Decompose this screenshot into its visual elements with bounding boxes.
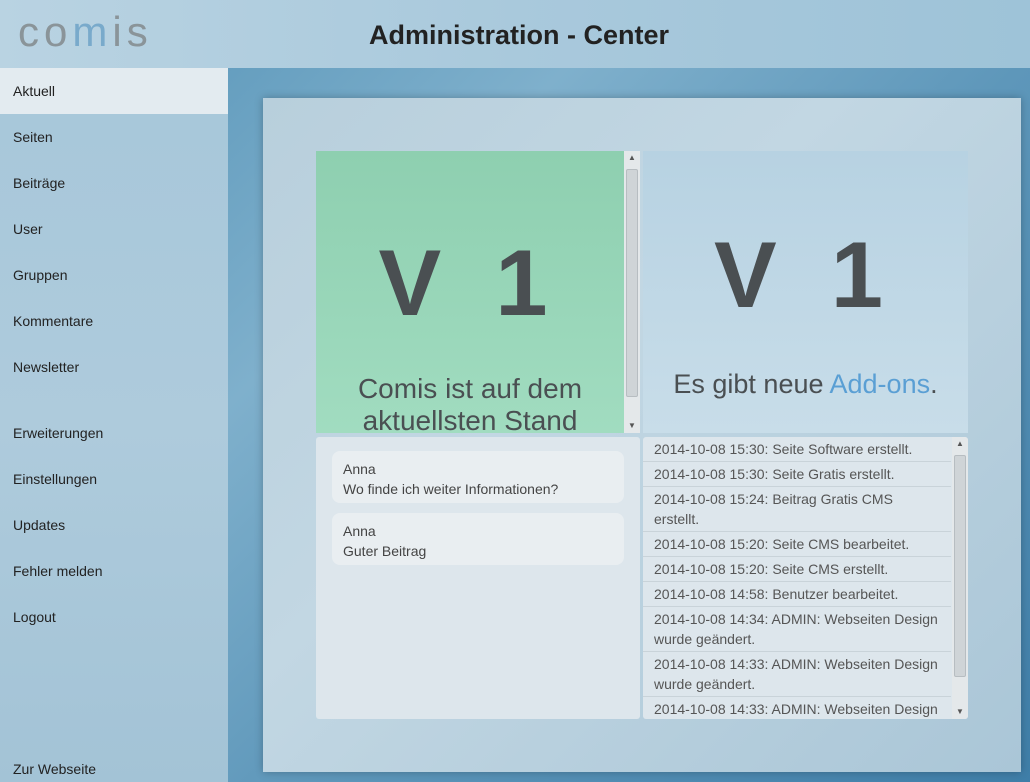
sidebar-item-erweiterungen[interactable]: Erweiterungen — [0, 410, 228, 456]
header: comis Administration - Center — [0, 0, 1030, 68]
addon-message: Es gibt neue Add-ons. — [643, 369, 968, 400]
scroll-down-arrow-icon[interactable]: ▼ — [952, 705, 968, 719]
log-entry: 2014-10-08 14:33: ADMIN: Webseiten Desig… — [643, 697, 951, 719]
comment-text: Guter Beitrag — [343, 543, 427, 559]
sidebar-item-seiten[interactable]: Seiten — [0, 114, 228, 160]
log-entry: 2014-10-08 15:30: Seite Gratis erstellt. — [643, 462, 951, 487]
comment-item[interactable]: Anna Wo finde ich weiter Informationen? — [332, 451, 624, 503]
sidebar-item-fehler-melden[interactable]: Fehler melden — [0, 548, 228, 594]
addon-version-number: V 1 — [713, 222, 898, 327]
addon-message-prefix: Es gibt neue — [673, 369, 830, 399]
scroll-up-arrow-icon[interactable]: ▲ — [952, 437, 968, 451]
comment-item[interactable]: Anna Guter Beitrag — [332, 513, 624, 565]
activity-log-panel: 2014-10-08 15:30: Seite Software erstell… — [643, 437, 968, 719]
sidebar-item-kommentare[interactable]: Kommentare — [0, 298, 228, 344]
comment-author: Anna — [343, 461, 376, 477]
scroll-down-arrow-icon[interactable]: ▼ — [624, 419, 640, 433]
version-number: V 1 — [378, 230, 562, 335]
addon-tile: V 1 Es gibt neue Add-ons. — [643, 151, 968, 433]
sidebar-item-newsletter[interactable]: Newsletter — [0, 344, 228, 390]
version-tile-scrollbar[interactable]: ▲ ▼ — [624, 151, 640, 433]
sidebar-item-beitraege[interactable]: Beiträge — [0, 160, 228, 206]
addons-link[interactable]: Add-ons — [830, 369, 931, 399]
version-status-tile: V 1 Comis ist auf dem aktuellsten Stand — [316, 151, 624, 433]
sidebar-item-zur-webseite[interactable]: Zur Webseite — [0, 746, 228, 782]
comments-panel: Anna Wo finde ich weiter Informationen? … — [316, 437, 640, 719]
comis-logo[interactable]: comis — [18, 8, 153, 56]
sidebar: Aktuell Seiten Beiträge User Gruppen Kom… — [0, 68, 228, 782]
log-entry: 2014-10-08 15:20: Seite CMS erstellt. — [643, 557, 951, 582]
comment-author: Anna — [343, 523, 376, 539]
sidebar-item-logout[interactable]: Logout — [0, 594, 228, 640]
scrollbar-thumb[interactable] — [626, 169, 638, 397]
activity-log-scrollbar[interactable]: ▲ ▼ — [952, 437, 968, 719]
log-entry: 2014-10-08 14:34: ADMIN: Webseiten Desig… — [643, 607, 951, 652]
scroll-up-arrow-icon[interactable]: ▲ — [624, 151, 640, 165]
log-entry: 2014-10-08 14:33: ADMIN: Webseiten Desig… — [643, 652, 951, 697]
sidebar-item-einstellungen[interactable]: Einstellungen — [0, 456, 228, 502]
log-entry: 2014-10-08 14:58: Benutzer bearbeitet. — [643, 582, 951, 607]
log-entry: 2014-10-08 15:30: Seite Software erstell… — [643, 437, 951, 462]
scrollbar-thumb[interactable] — [954, 455, 966, 677]
sidebar-item-updates[interactable]: Updates — [0, 502, 228, 548]
comment-text: Wo finde ich weiter Informationen? — [343, 481, 559, 497]
sidebar-item-user[interactable]: User — [0, 206, 228, 252]
version-status-message: Comis ist auf dem aktuellsten Stand — [357, 373, 583, 433]
sidebar-item-aktuell[interactable]: Aktuell — [0, 68, 228, 114]
sidebar-item-gruppen[interactable]: Gruppen — [0, 252, 228, 298]
log-entry: 2014-10-08 15:20: Seite CMS bearbeitet. — [643, 532, 951, 557]
addon-message-suffix: . — [930, 369, 938, 399]
log-entry: 2014-10-08 15:24: Beitrag Gratis CMS ers… — [643, 487, 951, 532]
page-title: Administration - Center — [369, 20, 670, 50]
